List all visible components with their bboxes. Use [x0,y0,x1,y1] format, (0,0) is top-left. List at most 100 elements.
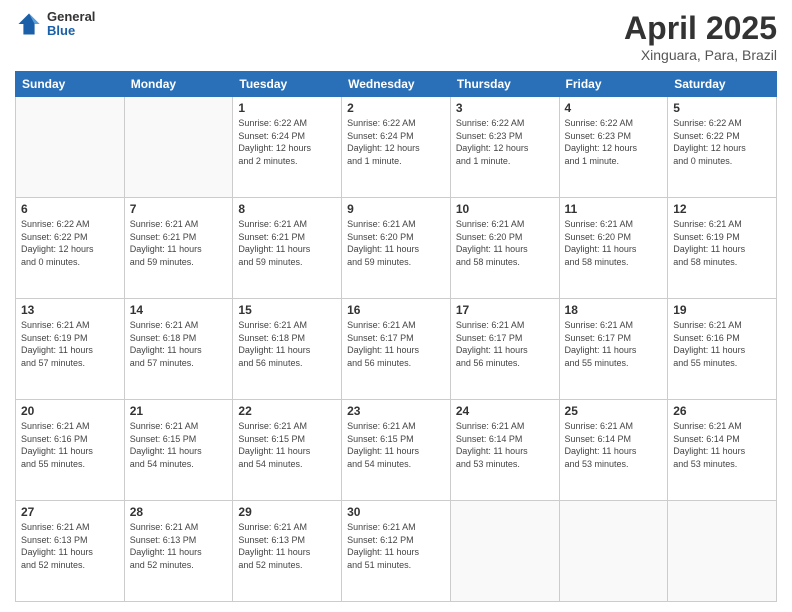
subtitle: Xinguara, Para, Brazil [624,47,777,63]
calendar-cell: 3 Sunrise: 6:22 AMSunset: 6:23 PMDaylight… [450,97,559,198]
day-number: 2 [347,101,445,115]
logo-icon [15,10,43,38]
day-number: 20 [21,404,119,418]
calendar-cell: 5 Sunrise: 6:22 AMSunset: 6:22 PMDaylight… [668,97,777,198]
week-row-5: 27 Sunrise: 6:21 AMSunset: 6:13 PMDayligh… [16,501,777,602]
calendar-cell: 30Sunrise: 6:21 AMSunset: 6:12 PMDayligh… [342,501,451,602]
calendar-cell: 23Sunrise: 6:21 AMSunset: 6:15 PMDayligh… [342,400,451,501]
col-tuesday: Tuesday [233,72,342,97]
calendar-cell: 16 Sunrise: 6:21 AMSunset: 6:17 PMDayligh… [342,299,451,400]
calendar-cell: 26 Sunrise: 6:21 AMSunset: 6:14 PMDayligh… [668,400,777,501]
day-info: Sunrise: 6:21 AMSunset: 6:15 PMDaylight:… [238,420,336,470]
day-number: 30 [347,505,445,519]
day-info: Sunrise: 6:21 AMSunset: 6:13 PMDaylight:… [238,521,336,571]
day-number: 27 [21,505,119,519]
day-number: 14 [130,303,228,317]
calendar-cell: 6 Sunrise: 6:22 AMSunset: 6:22 PMDaylight… [16,198,125,299]
logo-blue: Blue [47,24,95,38]
page: General Blue April 2025 Xinguara, Para, … [0,0,792,612]
week-row-4: 20 Sunrise: 6:21 AMSunset: 6:16 PMDayligh… [16,400,777,501]
col-sunday: Sunday [16,72,125,97]
day-number: 26 [673,404,771,418]
day-info: Sunrise: 6:21 AMSunset: 6:20 PMDaylight:… [347,218,445,268]
col-friday: Friday [559,72,668,97]
day-number: 16 [347,303,445,317]
calendar-cell: 11 Sunrise: 6:21 AMSunset: 6:20 PMDayligh… [559,198,668,299]
col-monday: Monday [124,72,233,97]
day-number: 12 [673,202,771,216]
calendar-cell: 1Sunrise: 6:22 AMSunset: 6:24 PMDaylight… [233,97,342,198]
calendar-header: Sunday Monday Tuesday Wednesday Thursday… [16,72,777,97]
day-number: 11 [565,202,663,216]
day-number: 5 [673,101,771,115]
header: General Blue April 2025 Xinguara, Para, … [15,10,777,63]
day-info: Sunrise: 6:21 AMSunset: 6:14 PMDaylight:… [673,420,771,470]
calendar-cell: 12Sunrise: 6:21 AMSunset: 6:19 PMDayligh… [668,198,777,299]
day-info: Sunrise: 6:22 AMSunset: 6:22 PMDaylight:… [21,218,119,268]
calendar-body: 1Sunrise: 6:22 AMSunset: 6:24 PMDaylight… [16,97,777,602]
day-info: Sunrise: 6:21 AMSunset: 6:15 PMDaylight:… [347,420,445,470]
day-number: 3 [456,101,554,115]
day-number: 7 [130,202,228,216]
day-number: 6 [21,202,119,216]
day-number: 24 [456,404,554,418]
col-saturday: Saturday [668,72,777,97]
day-info: Sunrise: 6:21 AMSunset: 6:16 PMDaylight:… [21,420,119,470]
day-info: Sunrise: 6:21 AMSunset: 6:14 PMDaylight:… [456,420,554,470]
calendar-cell: 14 Sunrise: 6:21 AMSunset: 6:18 PMDayligh… [124,299,233,400]
calendar-cell: 21 Sunrise: 6:21 AMSunset: 6:15 PMDayligh… [124,400,233,501]
day-info: Sunrise: 6:21 AMSunset: 6:21 PMDaylight:… [238,218,336,268]
week-row-3: 13 Sunrise: 6:21 AMSunset: 6:19 PMDayligh… [16,299,777,400]
day-number: 22 [238,404,336,418]
day-number: 13 [21,303,119,317]
calendar-cell [668,501,777,602]
day-info: Sunrise: 6:21 AMSunset: 6:18 PMDaylight:… [130,319,228,369]
logo: General Blue [15,10,95,39]
calendar-cell: 28Sunrise: 6:21 AMSunset: 6:13 PMDayligh… [124,501,233,602]
day-info: Sunrise: 6:21 AMSunset: 6:15 PMDaylight:… [130,420,228,470]
day-number: 21 [130,404,228,418]
day-info: Sunrise: 6:21 AMSunset: 6:14 PMDaylight:… [565,420,663,470]
day-number: 28 [130,505,228,519]
day-info: Sunrise: 6:22 AMSunset: 6:24 PMDaylight:… [347,117,445,167]
day-number: 8 [238,202,336,216]
calendar-cell: 4 Sunrise: 6:22 AMSunset: 6:23 PMDaylight… [559,97,668,198]
day-info: Sunrise: 6:22 AMSunset: 6:24 PMDaylight:… [238,117,336,167]
col-thursday: Thursday [450,72,559,97]
calendar-cell: 13 Sunrise: 6:21 AMSunset: 6:19 PMDayligh… [16,299,125,400]
calendar-table: Sunday Monday Tuesday Wednesday Thursday… [15,71,777,602]
day-number: 9 [347,202,445,216]
calendar-cell: 7 Sunrise: 6:21 AMSunset: 6:21 PMDaylight… [124,198,233,299]
calendar-cell: 24 Sunrise: 6:21 AMSunset: 6:14 PMDayligh… [450,400,559,501]
day-number: 18 [565,303,663,317]
week-row-1: 1Sunrise: 6:22 AMSunset: 6:24 PMDaylight… [16,97,777,198]
calendar-cell: 25 Sunrise: 6:21 AMSunset: 6:14 PMDayligh… [559,400,668,501]
calendar-cell: 22 Sunrise: 6:21 AMSunset: 6:15 PMDayligh… [233,400,342,501]
day-number: 17 [456,303,554,317]
day-info: Sunrise: 6:21 AMSunset: 6:17 PMDaylight:… [347,319,445,369]
calendar-cell: 19Sunrise: 6:21 AMSunset: 6:16 PMDayligh… [668,299,777,400]
calendar-cell [16,97,125,198]
day-info: Sunrise: 6:21 AMSunset: 6:19 PMDaylight:… [21,319,119,369]
calendar-cell [559,501,668,602]
calendar-cell: 17 Sunrise: 6:21 AMSunset: 6:17 PMDayligh… [450,299,559,400]
logo-text: General Blue [47,10,95,39]
day-info: Sunrise: 6:21 AMSunset: 6:18 PMDaylight:… [238,319,336,369]
week-row-2: 6 Sunrise: 6:22 AMSunset: 6:22 PMDaylight… [16,198,777,299]
calendar-cell: 18Sunrise: 6:21 AMSunset: 6:17 PMDayligh… [559,299,668,400]
day-info: Sunrise: 6:21 AMSunset: 6:20 PMDaylight:… [456,218,554,268]
calendar-cell: 8 Sunrise: 6:21 AMSunset: 6:21 PMDaylight… [233,198,342,299]
title-section: April 2025 Xinguara, Para, Brazil [624,10,777,63]
day-info: Sunrise: 6:22 AMSunset: 6:23 PMDaylight:… [565,117,663,167]
day-info: Sunrise: 6:21 AMSunset: 6:17 PMDaylight:… [456,319,554,369]
day-info: Sunrise: 6:22 AMSunset: 6:22 PMDaylight:… [673,117,771,167]
days-row: Sunday Monday Tuesday Wednesday Thursday… [16,72,777,97]
day-info: Sunrise: 6:21 AMSunset: 6:21 PMDaylight:… [130,218,228,268]
day-number: 25 [565,404,663,418]
day-info: Sunrise: 6:22 AMSunset: 6:23 PMDaylight:… [456,117,554,167]
calendar-cell: 2 Sunrise: 6:22 AMSunset: 6:24 PMDaylight… [342,97,451,198]
day-info: Sunrise: 6:21 AMSunset: 6:20 PMDaylight:… [565,218,663,268]
day-number: 4 [565,101,663,115]
day-info: Sunrise: 6:21 AMSunset: 6:16 PMDaylight:… [673,319,771,369]
main-title: April 2025 [624,10,777,47]
